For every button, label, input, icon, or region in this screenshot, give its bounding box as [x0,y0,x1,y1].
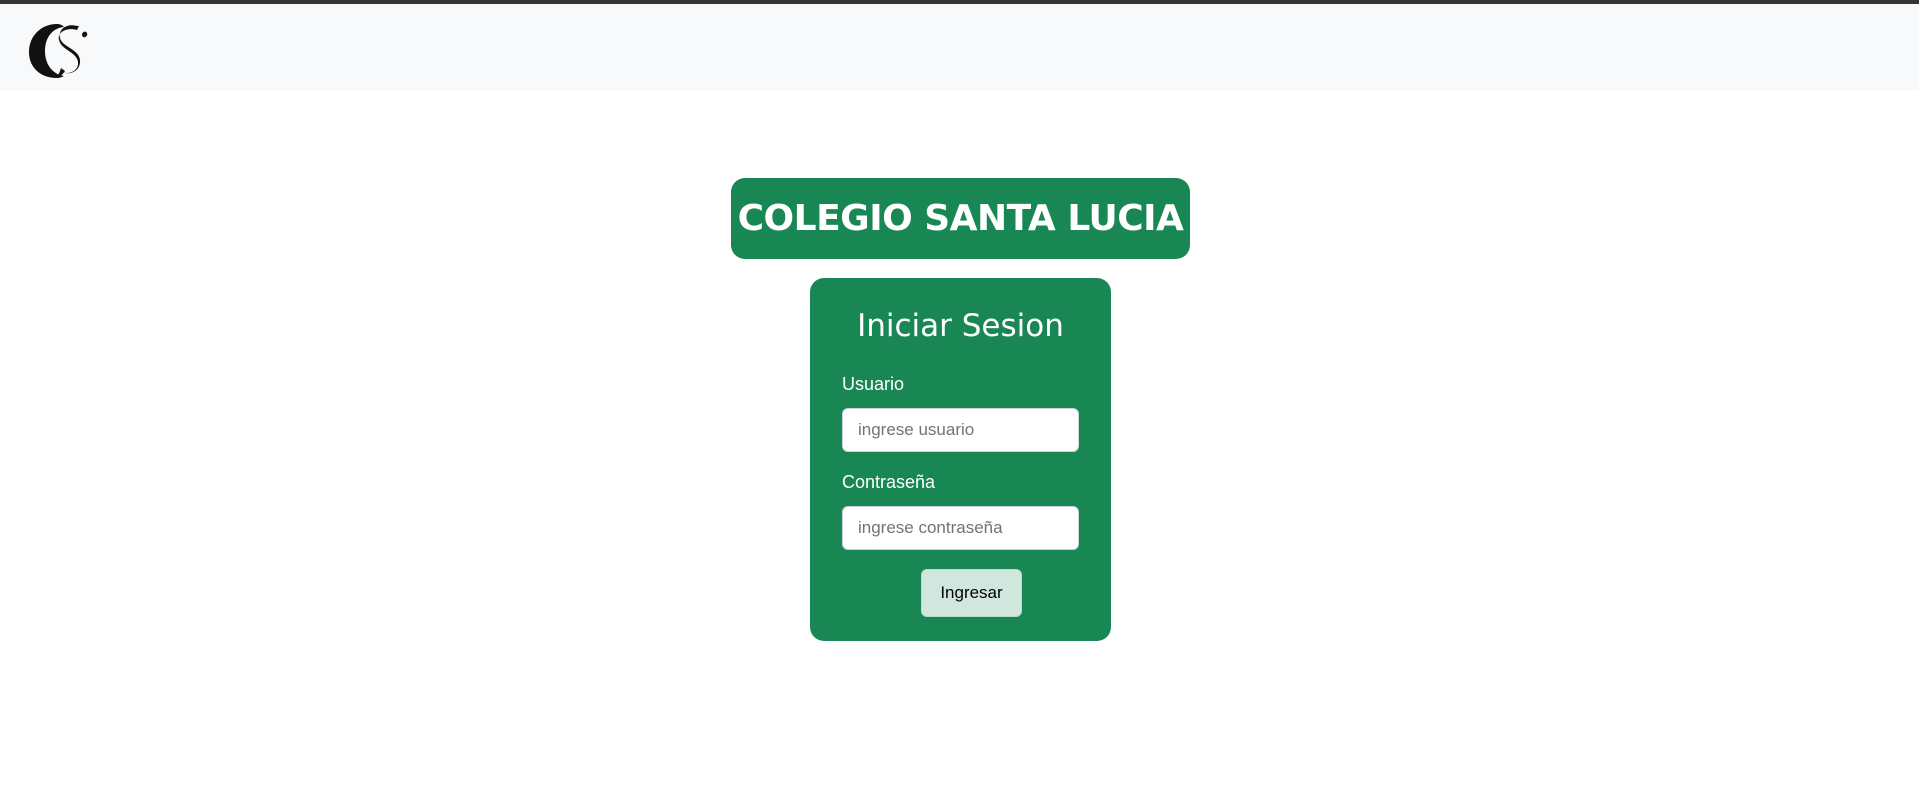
username-label: Usuario [842,374,905,394]
login-heading: Iniciar Sesion [857,308,1064,344]
school-title: COLEGIO SANTA LUCIA [737,198,1184,239]
navbar [0,4,1919,91]
username-input[interactable] [842,408,1079,452]
login-button[interactable]: Ingresar [921,569,1022,617]
school-title-banner: COLEGIO SANTA LUCIA [731,178,1190,259]
password-label: Contraseña [842,472,936,492]
password-input[interactable] [842,506,1079,550]
login-form: Iniciar Sesion Usuario Contraseña Ingres… [810,278,1111,641]
cs-monogram-logo [29,24,88,78]
